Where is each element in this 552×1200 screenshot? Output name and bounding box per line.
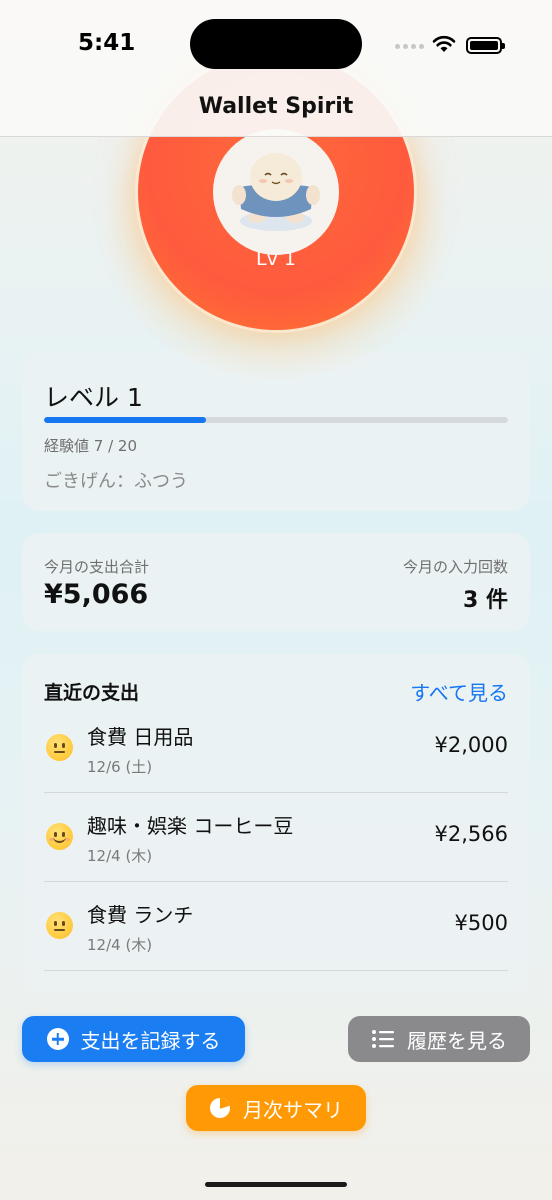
monthly-total-value: ¥5,066 [44,579,149,610]
monthly-summary-button[interactable]: 月次サマリ [186,1085,366,1131]
pie-chart-icon [209,1097,231,1119]
expense-title: 趣味・娯楽 コーヒー豆 [87,814,294,838]
view-history-label: 履歴を見る [407,1028,507,1053]
level-title: レベル 1 [44,383,143,412]
dynamic-island [190,19,362,69]
list-icon [371,1029,395,1049]
record-expense-button[interactable]: 支出を記録する [22,1016,245,1062]
expense-date: 12/4 (木) [87,847,153,865]
page-title: Wallet Spirit [198,94,354,119]
home-indicator[interactable] [205,1182,347,1187]
battery-icon [466,37,505,54]
expense-date: 12/4 (木) [87,936,153,954]
xp-progress-bar [44,417,508,423]
entry-count-label: 今月の入力回数 [402,558,508,576]
monthly-summary-label: 月次サマリ [243,1097,343,1122]
see-all-link[interactable]: すべて見る [410,677,508,706]
neutral-face-icon [46,734,73,761]
spirit-character-icon [213,129,339,255]
spirit-level-badge: Lv 1 [256,248,296,270]
xp-label: 経験値 7 / 20 [44,437,137,455]
status-time: 5:41 [78,30,136,56]
monthly-total-label: 今月の支出合計 [44,558,150,576]
expense-amount: ¥500 [454,911,508,935]
wifi-icon [432,35,456,52]
monthly-spend-card: 今月の支出合計 ¥5,066 今月の入力回数 3 件 [22,533,530,631]
cellular-signal-icon [395,44,424,49]
expense-amount: ¥2,000 [434,733,508,757]
plus-circle-icon [46,1028,69,1050]
xp-progress-fill [44,417,207,423]
mood-status: ごきげん：ふつう [44,471,188,492]
recent-expenses-title: 直近の支出 [44,682,140,704]
expense-row[interactable]: 食費 ランチ 12/4 (木) ¥500 [44,882,508,971]
recent-expenses-card: 直近の支出 すべて見る 食費 日用品 12/6 (土) ¥2,000 趣味・娯楽… [22,654,530,993]
expense-amount: ¥2,566 [434,822,508,846]
expense-title: 食費 日用品 [87,725,194,749]
view-history-button[interactable]: 履歴を見る [348,1016,530,1062]
expense-row[interactable]: 食費 日用品 12/6 (土) ¥2,000 [44,704,508,793]
expense-title: 食費 ランチ [87,903,194,927]
smiling-face-icon [46,823,73,850]
entry-count-value: 3 件 [463,588,508,613]
expense-row[interactable]: 趣味・娯楽 コーヒー豆 12/4 (木) ¥2,566 [44,793,508,882]
expense-date: 12/6 (土) [87,758,153,776]
neutral-face-icon [46,912,73,939]
status-bar: 5:41 [0,0,552,90]
record-expense-label: 支出を記録する [80,1028,221,1053]
